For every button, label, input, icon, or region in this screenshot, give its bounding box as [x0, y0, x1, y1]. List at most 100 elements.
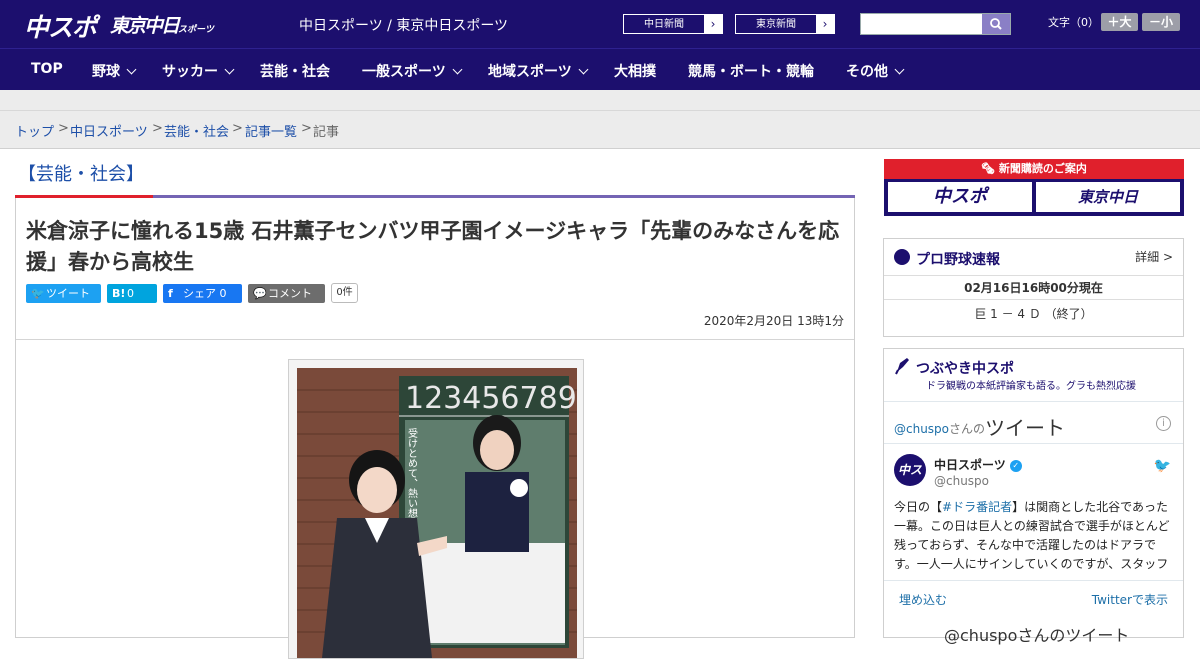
facebook-share-button[interactable]: f シェア 0 — [163, 284, 242, 303]
svg-text:123456789: 123456789 — [405, 381, 577, 416]
comment-button[interactable]: 💬 コメント — [248, 284, 325, 303]
breadcrumb-top[interactable]: トップ — [15, 121, 54, 140]
tweets-widget: つぶやき中スポ ドラ観戦の本紙評論家も語る。グラも熱烈応援 @chuspoさんの… — [883, 348, 1184, 645]
search-icon — [990, 18, 1002, 30]
nav-item-entertainment[interactable]: 芸能・社会 — [260, 61, 330, 81]
nav-item-other[interactable]: その他 — [846, 61, 905, 81]
facebook-label: シェア 0 — [183, 287, 227, 300]
chevron-down-icon — [578, 64, 589, 75]
search-input[interactable] — [861, 14, 983, 34]
breadcrumb-separator: > — [58, 121, 69, 136]
embed-link[interactable]: 埋め込む — [899, 591, 947, 608]
chuspo-logo[interactable]: 中スポ — [24, 8, 97, 42]
nav-item-top[interactable]: TOP — [31, 61, 63, 77]
nav-label: TOP — [31, 61, 63, 77]
timeline-heading: ツイート — [985, 416, 1066, 440]
game-score[interactable]: 巨 1 － 4 Ｄ （終了） — [884, 305, 1183, 322]
timeline-handle-suffix: さんの — [949, 422, 986, 436]
chevron-down-icon — [452, 64, 463, 75]
pro-baseball-widget: プロ野球速報 詳細 > 02月16日16時00分現在 巨 1 － 4 Ｄ （終了… — [883, 238, 1184, 337]
gray-band — [0, 90, 1200, 111]
font-smaller-button[interactable]: －小 — [1142, 13, 1180, 31]
category-heading: 【芸能・社会】 — [18, 164, 144, 185]
baseball-icon — [894, 249, 910, 265]
nav-label: 一般スポーツ — [362, 64, 446, 80]
nav-label: その他 — [846, 64, 888, 80]
twitter-timeline: @chuspoさんのツイート i 中ス 中日スポーツ ✓ @chuspo 🐦 今日… — [884, 401, 1183, 645]
timeline-handle-link[interactable]: @chuspo — [894, 422, 949, 436]
hashtag-link[interactable]: #ドラ番記者 — [942, 500, 1012, 514]
nav-item-general-sports[interactable]: 一般スポーツ — [362, 61, 463, 81]
chevron-down-icon — [126, 64, 137, 75]
nav-item-soccer[interactable]: サッカー — [162, 61, 235, 81]
tweet-author-name[interactable]: 中日スポーツ ✓ — [934, 456, 1022, 473]
site-header: 中スポ 東京中日スポーツ 中日スポーツ / 東京中日スポーツ 中日新聞 › 東京… — [0, 0, 1200, 48]
font-bigger-button[interactable]: ＋大 — [1101, 13, 1138, 31]
tweet-button[interactable]: 🐦 ツイート — [26, 284, 101, 303]
article-card: 米倉涼子に憧れる15歳 石井薫子センバツ甲子園イメージキャラ「先輩のみなさんを応… — [15, 198, 855, 659]
tokyo-logo-text: 東京中日 — [110, 15, 180, 37]
nav-label: サッカー — [162, 64, 218, 80]
search-box — [860, 13, 1011, 35]
newspaper-icon: 🗞 — [981, 162, 999, 175]
article-photo[interactable]: 123456789 受けとめて、熱い想い。 — [297, 368, 577, 658]
photo-illustration: 123456789 受けとめて、熱い想い。 — [297, 368, 577, 658]
site-name: 中日スポーツ / 東京中日スポーツ — [299, 18, 509, 34]
timeline-divider — [884, 443, 1183, 444]
tweets-widget-title: つぶやき中スポ — [916, 361, 1014, 377]
breadcrumb-separator: > — [232, 121, 243, 136]
chevron-right-icon: › — [710, 17, 716, 31]
chevron-down-icon — [224, 64, 235, 75]
chunichi-shimbun-button[interactable]: 中日新聞 › — [622, 13, 724, 35]
nav-item-baseball[interactable]: 野球 — [92, 61, 137, 81]
breadcrumb-entertainment[interactable]: 芸能・社会 — [164, 121, 229, 140]
search-button[interactable] — [982, 14, 1010, 34]
pro-baseball-header: プロ野球速報 詳細 > — [884, 239, 1183, 276]
nav-label: 大相撲 — [614, 64, 656, 80]
tweet-text-pre: 今日の【 — [894, 500, 943, 514]
info-icon[interactable]: i — [1156, 416, 1171, 431]
pen-icon — [895, 358, 909, 375]
tokyo-chunichi-logo[interactable]: 東京中日スポーツ — [110, 11, 214, 41]
timeline-header: @chuspoさんのツイート — [894, 410, 1066, 440]
tokyo-shimbun-button[interactable]: 東京新聞 › — [734, 13, 836, 35]
verified-icon: ✓ — [1009, 459, 1022, 472]
nav-item-sumo[interactable]: 大相撲 — [614, 61, 656, 81]
hatena-count: 0 — [127, 287, 134, 300]
pro-baseball-details-link[interactable]: 詳細 > — [1135, 248, 1173, 265]
tweet-author-handle[interactable]: @chuspo — [934, 474, 989, 488]
tokyo-shimbun-label: 東京新聞 — [735, 14, 817, 34]
chunichi-shimbun-label: 中日新聞 — [623, 14, 705, 34]
view-on-twitter-link[interactable]: Twitterで表示 — [1092, 591, 1168, 608]
hatena-b-icon: B! — [112, 287, 126, 300]
breadcrumb: トップ > 中日スポーツ > 芸能・社会 > 記事一覧 > 記事 — [0, 111, 1200, 149]
breadcrumb-chunichi-sports[interactable]: 中日スポーツ — [70, 121, 148, 140]
nav-label: 地域スポーツ — [488, 64, 572, 80]
avatar[interactable]: 中ス — [894, 454, 926, 486]
twitter-bird-icon[interactable]: 🐦 — [1154, 458, 1171, 474]
subscribe-chuspo-button[interactable]: 中スポ — [888, 182, 1032, 212]
tweet-author-label: 中日スポーツ — [934, 458, 1006, 472]
article-divider — [16, 339, 854, 340]
breadcrumb-article-list[interactable]: 記事一覧 — [245, 121, 297, 140]
tweets-widget-subtitle: ドラ観戦の本紙評論家も語る。グラも熱烈応援 — [926, 381, 1136, 392]
nav-label: 競馬・ボート・競輪 — [688, 64, 814, 80]
subscribe-tokyo-button[interactable]: 東京中日 — [1036, 182, 1180, 212]
breadcrumb-current: 記事 — [313, 125, 340, 140]
nav-item-regional-sports[interactable]: 地域スポーツ — [488, 61, 589, 81]
pro-baseball-timestamp: 02月16日16時00分現在 — [884, 276, 1183, 300]
twitter-bird-icon: 🐦 — [31, 287, 45, 300]
nav-label: 野球 — [92, 64, 120, 80]
timeline-footer: 埋め込む Twitterで表示 — [884, 580, 1183, 614]
article-date: 2020年2月20日 13時1分 — [703, 314, 844, 328]
subscription-banner[interactable]: 🗞 新聞購読のご案内 中スポ 東京中日 — [884, 159, 1184, 216]
tweet-text: 今日の【#ドラ番記者】は関商とした北谷であった一幕。この日は巨人との練習試合で選… — [894, 498, 1174, 570]
nav-item-racing[interactable]: 競馬・ボート・競輪 — [688, 61, 814, 81]
comment-label: コメント — [268, 287, 312, 300]
font-size-label: 文字（0） — [1048, 16, 1099, 29]
article-photo-frame: 123456789 受けとめて、熱い想い。 — [288, 359, 584, 659]
hatena-bookmark-button[interactable]: B! 0 — [107, 284, 157, 303]
subscription-header: 🗞 新聞購読のご案内 — [884, 159, 1184, 179]
breadcrumb-separator: > — [301, 121, 312, 136]
article-title: 米倉涼子に憧れる15歳 石井薫子センバツ甲子園イメージキャラ「先輩のみなさんを応… — [26, 219, 840, 274]
